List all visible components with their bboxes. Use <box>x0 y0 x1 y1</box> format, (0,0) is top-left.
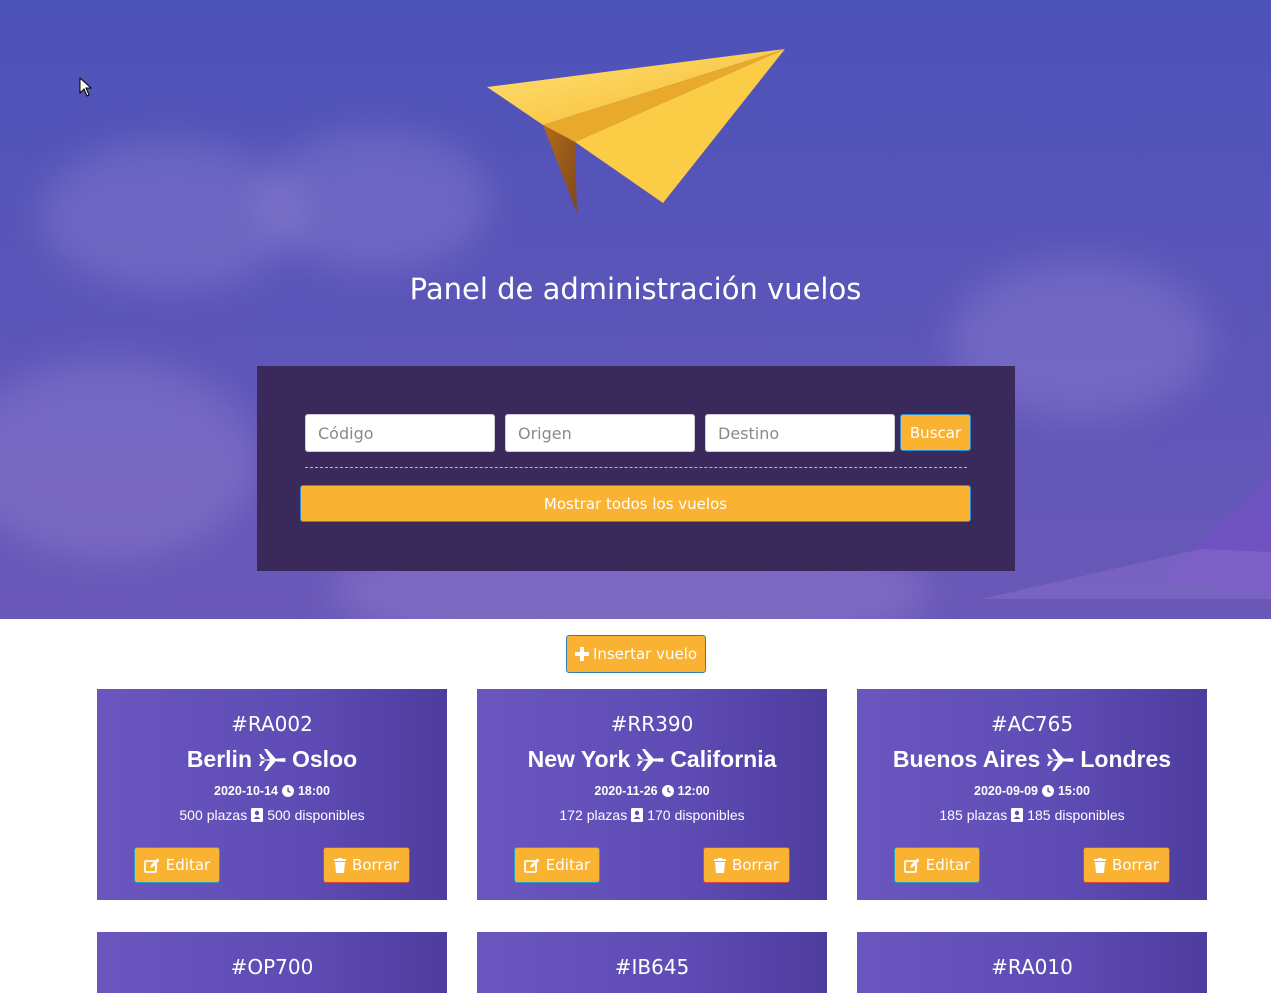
edit-label: Editar <box>165 856 211 874</box>
delete-flight-button[interactable]: Borrar <box>1083 847 1170 883</box>
edit-icon <box>903 858 920 873</box>
background-cloud <box>0 360 260 560</box>
airplane-wing-graphic <box>981 477 1271 599</box>
available-label: disponibles <box>1054 807 1125 823</box>
delete-flight-button[interactable]: Borrar <box>703 847 790 883</box>
address-book-icon <box>631 808 644 822</box>
edit-flight-button[interactable]: Editar <box>514 847 600 883</box>
trash-icon <box>1094 857 1107 873</box>
flight-card: #RA002 Berlin Osloo 2020-10-14 18:00 500… <box>97 689 447 900</box>
available-count: 170 <box>647 807 671 823</box>
flight-card: #RA010 <box>857 932 1207 993</box>
flight-seats: 172 plazas 170 disponibles <box>477 807 827 823</box>
flight-card: #AC765 Buenos Aires Londres 2020-09-09 1… <box>857 689 1207 900</box>
airplane-icon <box>637 748 664 771</box>
insert-flight-label: Insertar vuelo <box>592 645 698 663</box>
flight-date: 2020-11-26 <box>594 784 658 798</box>
available-count: 500 <box>267 807 291 823</box>
flight-code: #RR390 <box>610 712 694 736</box>
flight-destination: Londres <box>1080 746 1172 772</box>
flight-route: New York California <box>477 746 827 773</box>
paper-plane-logo-icon <box>487 49 785 213</box>
edit-icon <box>143 858 160 873</box>
flight-date: 2020-09-09 <box>974 784 1038 798</box>
clock-icon <box>281 785 294 797</box>
flight-route: Buenos Aires Londres <box>857 746 1207 773</box>
trash-icon <box>334 857 347 873</box>
edit-label: Editar <box>925 856 971 874</box>
flight-card: #IB645 <box>477 932 827 993</box>
hero-banner: Panel de administración vuelos Buscar Mo… <box>0 0 1271 619</box>
flight-code: #RA010 <box>991 955 1073 979</box>
clock-icon <box>1041 785 1054 797</box>
edit-flight-button[interactable]: Editar <box>894 847 980 883</box>
background-cloud <box>40 140 300 290</box>
flight-route: Berlin Osloo <box>97 746 447 773</box>
delete-label: Borrar <box>732 856 779 874</box>
flight-time: 12:00 <box>677 784 710 798</box>
search-panel: Buscar Mostrar todos los vuelos <box>257 366 1015 571</box>
flight-code: #IB645 <box>614 955 690 979</box>
page-title: Panel de administración vuelos <box>409 272 862 306</box>
edit-label: Editar <box>545 856 591 874</box>
flight-destination: Osloo <box>292 746 358 772</box>
flight-seats: 185 plazas 185 disponibles <box>857 807 1207 823</box>
flight-datetime: 2020-10-14 18:00 <box>97 784 447 798</box>
airplane-icon <box>259 748 286 771</box>
delete-label: Borrar <box>1112 856 1159 874</box>
flight-time: 18:00 <box>297 784 330 798</box>
flight-time: 15:00 <box>1057 784 1090 798</box>
flight-code: #AC765 <box>990 712 1074 736</box>
show-all-flights-button[interactable]: Mostrar todos los vuelos <box>300 485 971 522</box>
code-search-input[interactable] <box>305 414 495 452</box>
origin-search-input[interactable] <box>505 414 695 452</box>
flight-origin: New York <box>527 746 631 772</box>
seats-count: 500 <box>179 807 203 823</box>
delete-flight-button[interactable]: Borrar <box>323 847 410 883</box>
seats-count: 185 <box>939 807 963 823</box>
flight-card: #OP700 <box>97 932 447 993</box>
flight-code: #OP700 <box>230 955 314 979</box>
clock-icon <box>661 785 674 797</box>
available-count: 185 <box>1027 807 1051 823</box>
flight-datetime: 2020-11-26 12:00 <box>477 784 827 798</box>
plus-icon <box>574 647 589 661</box>
insert-flight-button[interactable]: Insertar vuelo <box>566 635 706 673</box>
available-label: disponibles <box>674 807 745 823</box>
search-button[interactable]: Buscar <box>900 414 971 451</box>
flight-date: 2020-10-14 <box>214 784 278 798</box>
flight-origin: Buenos Aires <box>892 746 1041 772</box>
address-book-icon <box>1011 808 1024 822</box>
address-book-icon <box>251 808 264 822</box>
seats-label: plazas <box>206 807 248 823</box>
flight-datetime: 2020-09-09 15:00 <box>857 784 1207 798</box>
trash-icon <box>714 857 727 873</box>
seats-label: plazas <box>586 807 628 823</box>
flight-seats: 500 plazas 500 disponibles <box>97 807 447 823</box>
edit-flight-button[interactable]: Editar <box>134 847 220 883</box>
flight-card: #RR390 New York California 2020-11-26 12… <box>477 689 827 900</box>
flight-origin: Berlin <box>186 746 252 772</box>
destination-search-input[interactable] <box>705 414 895 452</box>
available-label: disponibles <box>294 807 365 823</box>
mouse-cursor-icon <box>79 77 93 97</box>
divider <box>305 467 967 468</box>
background-cloud <box>260 130 490 270</box>
flight-destination: California <box>670 746 777 772</box>
seats-count: 172 <box>559 807 583 823</box>
seats-label: plazas <box>966 807 1008 823</box>
airplane-icon <box>1047 748 1074 771</box>
delete-label: Borrar <box>352 856 399 874</box>
edit-icon <box>523 858 540 873</box>
flight-code: #RA002 <box>231 712 313 736</box>
